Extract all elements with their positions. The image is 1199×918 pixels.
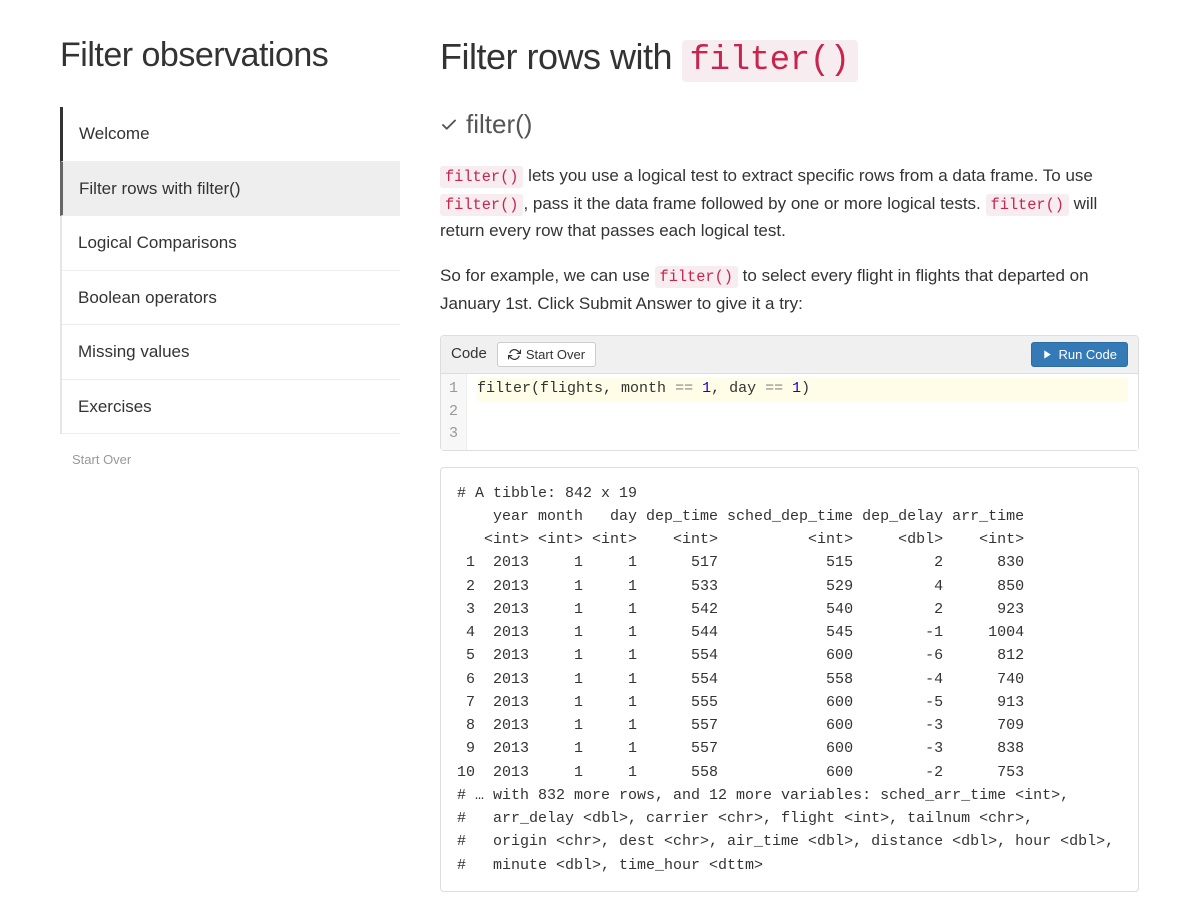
para1-b: , pass it the data frame followed by one… xyxy=(523,194,985,213)
check-icon xyxy=(440,116,458,134)
code-token: ) xyxy=(801,380,810,397)
code-inline-filter: filter() xyxy=(655,266,738,288)
code-inline-filter: filter() xyxy=(986,194,1069,216)
start-over-button-label: Start Over xyxy=(526,347,585,362)
output-row: 7 2013 1 1 555 600 -5 913 xyxy=(457,694,1024,711)
code-token: == xyxy=(675,380,693,397)
output-footer: # origin <chr>, dest <chr>, air_time <db… xyxy=(457,833,1114,850)
para1-a: lets you use a logical test to extract s… xyxy=(523,166,1092,185)
code-token: filter xyxy=(477,380,531,397)
section-heading: filter() xyxy=(440,105,1139,144)
main-content: Filter rows with filter() filter() filte… xyxy=(440,30,1139,892)
code-token xyxy=(783,380,792,397)
gutter-line: 2 xyxy=(449,401,458,424)
gutter-line: 1 xyxy=(449,378,458,401)
code-token: 1 xyxy=(792,380,801,397)
output-footer: # minute <dbl>, time_hour <dttm> xyxy=(457,857,763,874)
output-row: 9 2013 1 1 557 600 -3 838 xyxy=(457,740,1024,757)
run-code-button-label: Run Code xyxy=(1058,347,1117,362)
para2-a: So for example, we can use xyxy=(440,266,655,285)
output-header: # A tibble: 842 x 19 xyxy=(457,485,637,502)
gutter-line: 3 xyxy=(449,423,458,446)
code-toolbar: Code Start Over Run Code xyxy=(441,336,1138,374)
nav-item-boolean-operators[interactable]: Boolean operators xyxy=(62,271,400,326)
output-row: 3 2013 1 1 542 540 2 923 xyxy=(457,601,1024,618)
output-panel: # A tibble: 842 x 19 year month day dep_… xyxy=(440,467,1139,892)
code-panel: Code Start Over Run Code 1 xyxy=(440,335,1139,451)
output-row: 5 2013 1 1 554 600 -6 812 xyxy=(457,647,1024,664)
play-icon xyxy=(1042,349,1053,360)
code-editor[interactable]: 1 2 3 filter(flights, month == 1, day ==… xyxy=(441,374,1138,450)
code-token: , day xyxy=(711,380,765,397)
output-footer: # arr_delay <dbl>, carrier <chr>, flight… xyxy=(457,810,1033,827)
output-footer: # … with 832 more rows, and 12 more vari… xyxy=(457,787,1069,804)
code-token xyxy=(693,380,702,397)
output-col-header: year month day dep_time sched_dep_time d… xyxy=(457,508,1024,525)
nav-item-filter-rows[interactable]: Filter rows with filter() xyxy=(60,162,400,217)
sidebar-start-over[interactable]: Start Over xyxy=(60,434,400,486)
code-token: (flights, month xyxy=(531,380,675,397)
sidebar-title: Filter observations xyxy=(60,30,400,81)
run-code-button[interactable]: Run Code xyxy=(1031,342,1128,367)
start-over-button[interactable]: Start Over xyxy=(497,342,596,367)
page-title-code: filter() xyxy=(682,40,858,82)
page-title-text: Filter rows with xyxy=(440,36,682,77)
code-inline-filter: filter() xyxy=(440,166,523,188)
paragraph-2: So for example, we can use filter() to s… xyxy=(440,262,1139,317)
code-inline-filter: filter() xyxy=(440,194,523,216)
section-heading-text: filter() xyxy=(466,105,532,144)
paragraph-1: filter() lets you use a logical test to … xyxy=(440,162,1139,244)
output-row: 2 2013 1 1 533 529 4 850 xyxy=(457,578,1024,595)
output-row: 8 2013 1 1 557 600 -3 709 xyxy=(457,717,1024,734)
page-title: Filter rows with filter() xyxy=(440,30,1139,87)
nav-item-welcome[interactable]: Welcome xyxy=(60,107,400,162)
output-row: 10 2013 1 1 558 600 -2 753 xyxy=(457,764,1024,781)
output-row: 4 2013 1 1 544 545 -1 1004 xyxy=(457,624,1024,641)
output-row: 1 2013 1 1 517 515 2 830 xyxy=(457,554,1024,571)
code-token: == xyxy=(765,380,783,397)
nav-item-logical-comparisons[interactable]: Logical Comparisons xyxy=(62,216,400,271)
refresh-icon xyxy=(508,348,521,361)
output-type-header: <int> <int> <int> <int> <int> <dbl> <int… xyxy=(457,531,1024,548)
code-lines: filter(flights, month == 1, day == 1) xyxy=(467,374,1138,450)
code-token: 1 xyxy=(702,380,711,397)
code-tab-label: Code xyxy=(451,343,487,366)
nav-item-missing-values[interactable]: Missing values xyxy=(62,325,400,380)
output-row: 6 2013 1 1 554 558 -4 740 xyxy=(457,671,1024,688)
code-gutter: 1 2 3 xyxy=(441,374,467,450)
nav-list: Welcome Filter rows with filter() Logica… xyxy=(60,107,400,434)
sidebar: Filter observations Welcome Filter rows … xyxy=(60,30,400,892)
nav-item-exercises[interactable]: Exercises xyxy=(62,380,400,435)
